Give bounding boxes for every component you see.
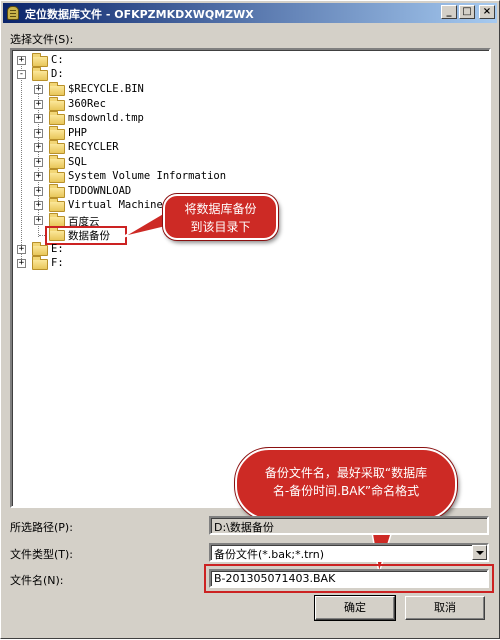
- tree-item-label: $RECYCLE.BIN: [68, 83, 144, 95]
- expand-icon[interactable]: +: [34, 100, 43, 109]
- folder-icon: [49, 126, 65, 140]
- tree-item-label: PHP: [68, 127, 87, 139]
- maximize-button[interactable]: □: [459, 5, 475, 19]
- folder-icon: [32, 242, 48, 256]
- callout-move-backup: 将数据库备份 到该目录下: [163, 194, 278, 240]
- folder-icon: [49, 97, 65, 111]
- tree-item-label: D:: [51, 68, 64, 80]
- select-file-label: 选择文件(S):: [10, 33, 74, 46]
- window-title: 定位数据库文件 - OFKPZMKDXWQMZWX: [25, 8, 254, 21]
- tree-item-recycle-bin[interactable]: + $RECYCLE.BIN: [12, 82, 312, 97]
- dropdown-arrow-icon[interactable]: [472, 545, 487, 560]
- callout-filename-hint: 备份文件名，最好采取“数据库 名-备份时间.BAK”命名格式: [235, 448, 457, 520]
- tree-item-360rec[interactable]: + 360Rec: [12, 97, 312, 112]
- filetype-select[interactable]: 备份文件(*.bak;*.trn): [209, 543, 489, 562]
- filetype-label: 文件类型(T):: [10, 548, 74, 561]
- tree-item-php[interactable]: + PHP: [12, 126, 312, 141]
- tree-item-msdownld[interactable]: + msdownld.tmp: [12, 111, 312, 126]
- database-icon: [7, 6, 19, 20]
- expand-icon[interactable]: +: [34, 172, 43, 181]
- tree-item-system-volume-information[interactable]: + System Volume Information: [12, 169, 312, 184]
- expand-icon[interactable]: +: [34, 114, 43, 123]
- expand-icon[interactable]: +: [34, 187, 43, 196]
- tree-item-label: SQL: [68, 156, 87, 168]
- path-field: D:\数据备份: [209, 516, 489, 535]
- tree-item-label: Virtual Machines: [68, 199, 170, 211]
- tree-item-recycler[interactable]: + RECYCLER: [12, 140, 312, 155]
- callout-line: 将数据库备份: [184, 202, 257, 216]
- filetype-value: 备份文件(*.bak;*.trn): [214, 548, 324, 561]
- tree-item-label: 360Rec: [68, 98, 106, 110]
- callout-line: 到该目录下: [190, 220, 251, 234]
- collapse-icon[interactable]: -: [17, 70, 26, 79]
- expand-icon[interactable]: +: [34, 216, 43, 225]
- folder-icon: [32, 256, 48, 270]
- folder-icon: [49, 184, 65, 198]
- folder-icon: [49, 111, 65, 125]
- expand-icon[interactable]: +: [34, 85, 43, 94]
- tree-item-label: F:: [51, 257, 64, 269]
- tree-item-c[interactable]: + C:: [12, 53, 212, 68]
- folder-icon: [49, 140, 65, 154]
- minimize-button[interactable]: _: [441, 5, 457, 19]
- expand-icon[interactable]: +: [17, 259, 26, 268]
- expand-icon[interactable]: +: [17, 245, 26, 254]
- folder-icon: [49, 82, 65, 96]
- tree-item-f[interactable]: + F:: [12, 256, 212, 271]
- title-bar: 定位数据库文件 - OFKPZMKDXWQMZWX _ □ ×: [3, 3, 497, 23]
- tree-item-label: RECYCLER: [68, 141, 119, 153]
- tree-item-label: msdownld.tmp: [68, 112, 144, 124]
- tree-item-label: C:: [51, 54, 64, 66]
- tree-item-label: System Volume Information: [68, 170, 227, 182]
- folder-icon: [32, 67, 48, 81]
- expand-icon[interactable]: +: [34, 201, 43, 210]
- folder-icon: [49, 198, 65, 212]
- folder-icon: [49, 169, 65, 183]
- callout-line: 备份文件名，最好采取“数据库: [264, 466, 428, 480]
- path-label: 所选路径(P):: [10, 521, 73, 534]
- dialog-window: 定位数据库文件 - OFKPZMKDXWQMZWX _ □ × 选择文件(S):…: [0, 0, 500, 639]
- callout-line: 名-备份时间.BAK”命名格式: [272, 484, 420, 498]
- file-tree[interactable]: + C: - D: + $RECYCLE.BIN + 360Rec + msdo…: [10, 48, 491, 508]
- tree-item-sql[interactable]: + SQL: [12, 155, 312, 170]
- tree-item-e[interactable]: + E:: [12, 242, 212, 257]
- tree-item-label: E:: [51, 243, 64, 255]
- folder-icon: [32, 53, 48, 67]
- expand-icon[interactable]: +: [34, 129, 43, 138]
- tree-item-label: TDDOWNLOAD: [68, 185, 132, 197]
- filename-label: 文件名(N):: [10, 574, 64, 587]
- filename-highlight: [204, 564, 494, 593]
- expand-icon[interactable]: +: [17, 56, 26, 65]
- expand-icon[interactable]: +: [34, 158, 43, 167]
- tree-item-d[interactable]: - D:: [12, 67, 212, 82]
- cancel-button[interactable]: 取消: [405, 596, 485, 620]
- ok-button[interactable]: 确定: [314, 595, 396, 621]
- folder-icon: [49, 155, 65, 169]
- expand-icon[interactable]: +: [34, 143, 43, 152]
- close-button[interactable]: ×: [479, 5, 495, 19]
